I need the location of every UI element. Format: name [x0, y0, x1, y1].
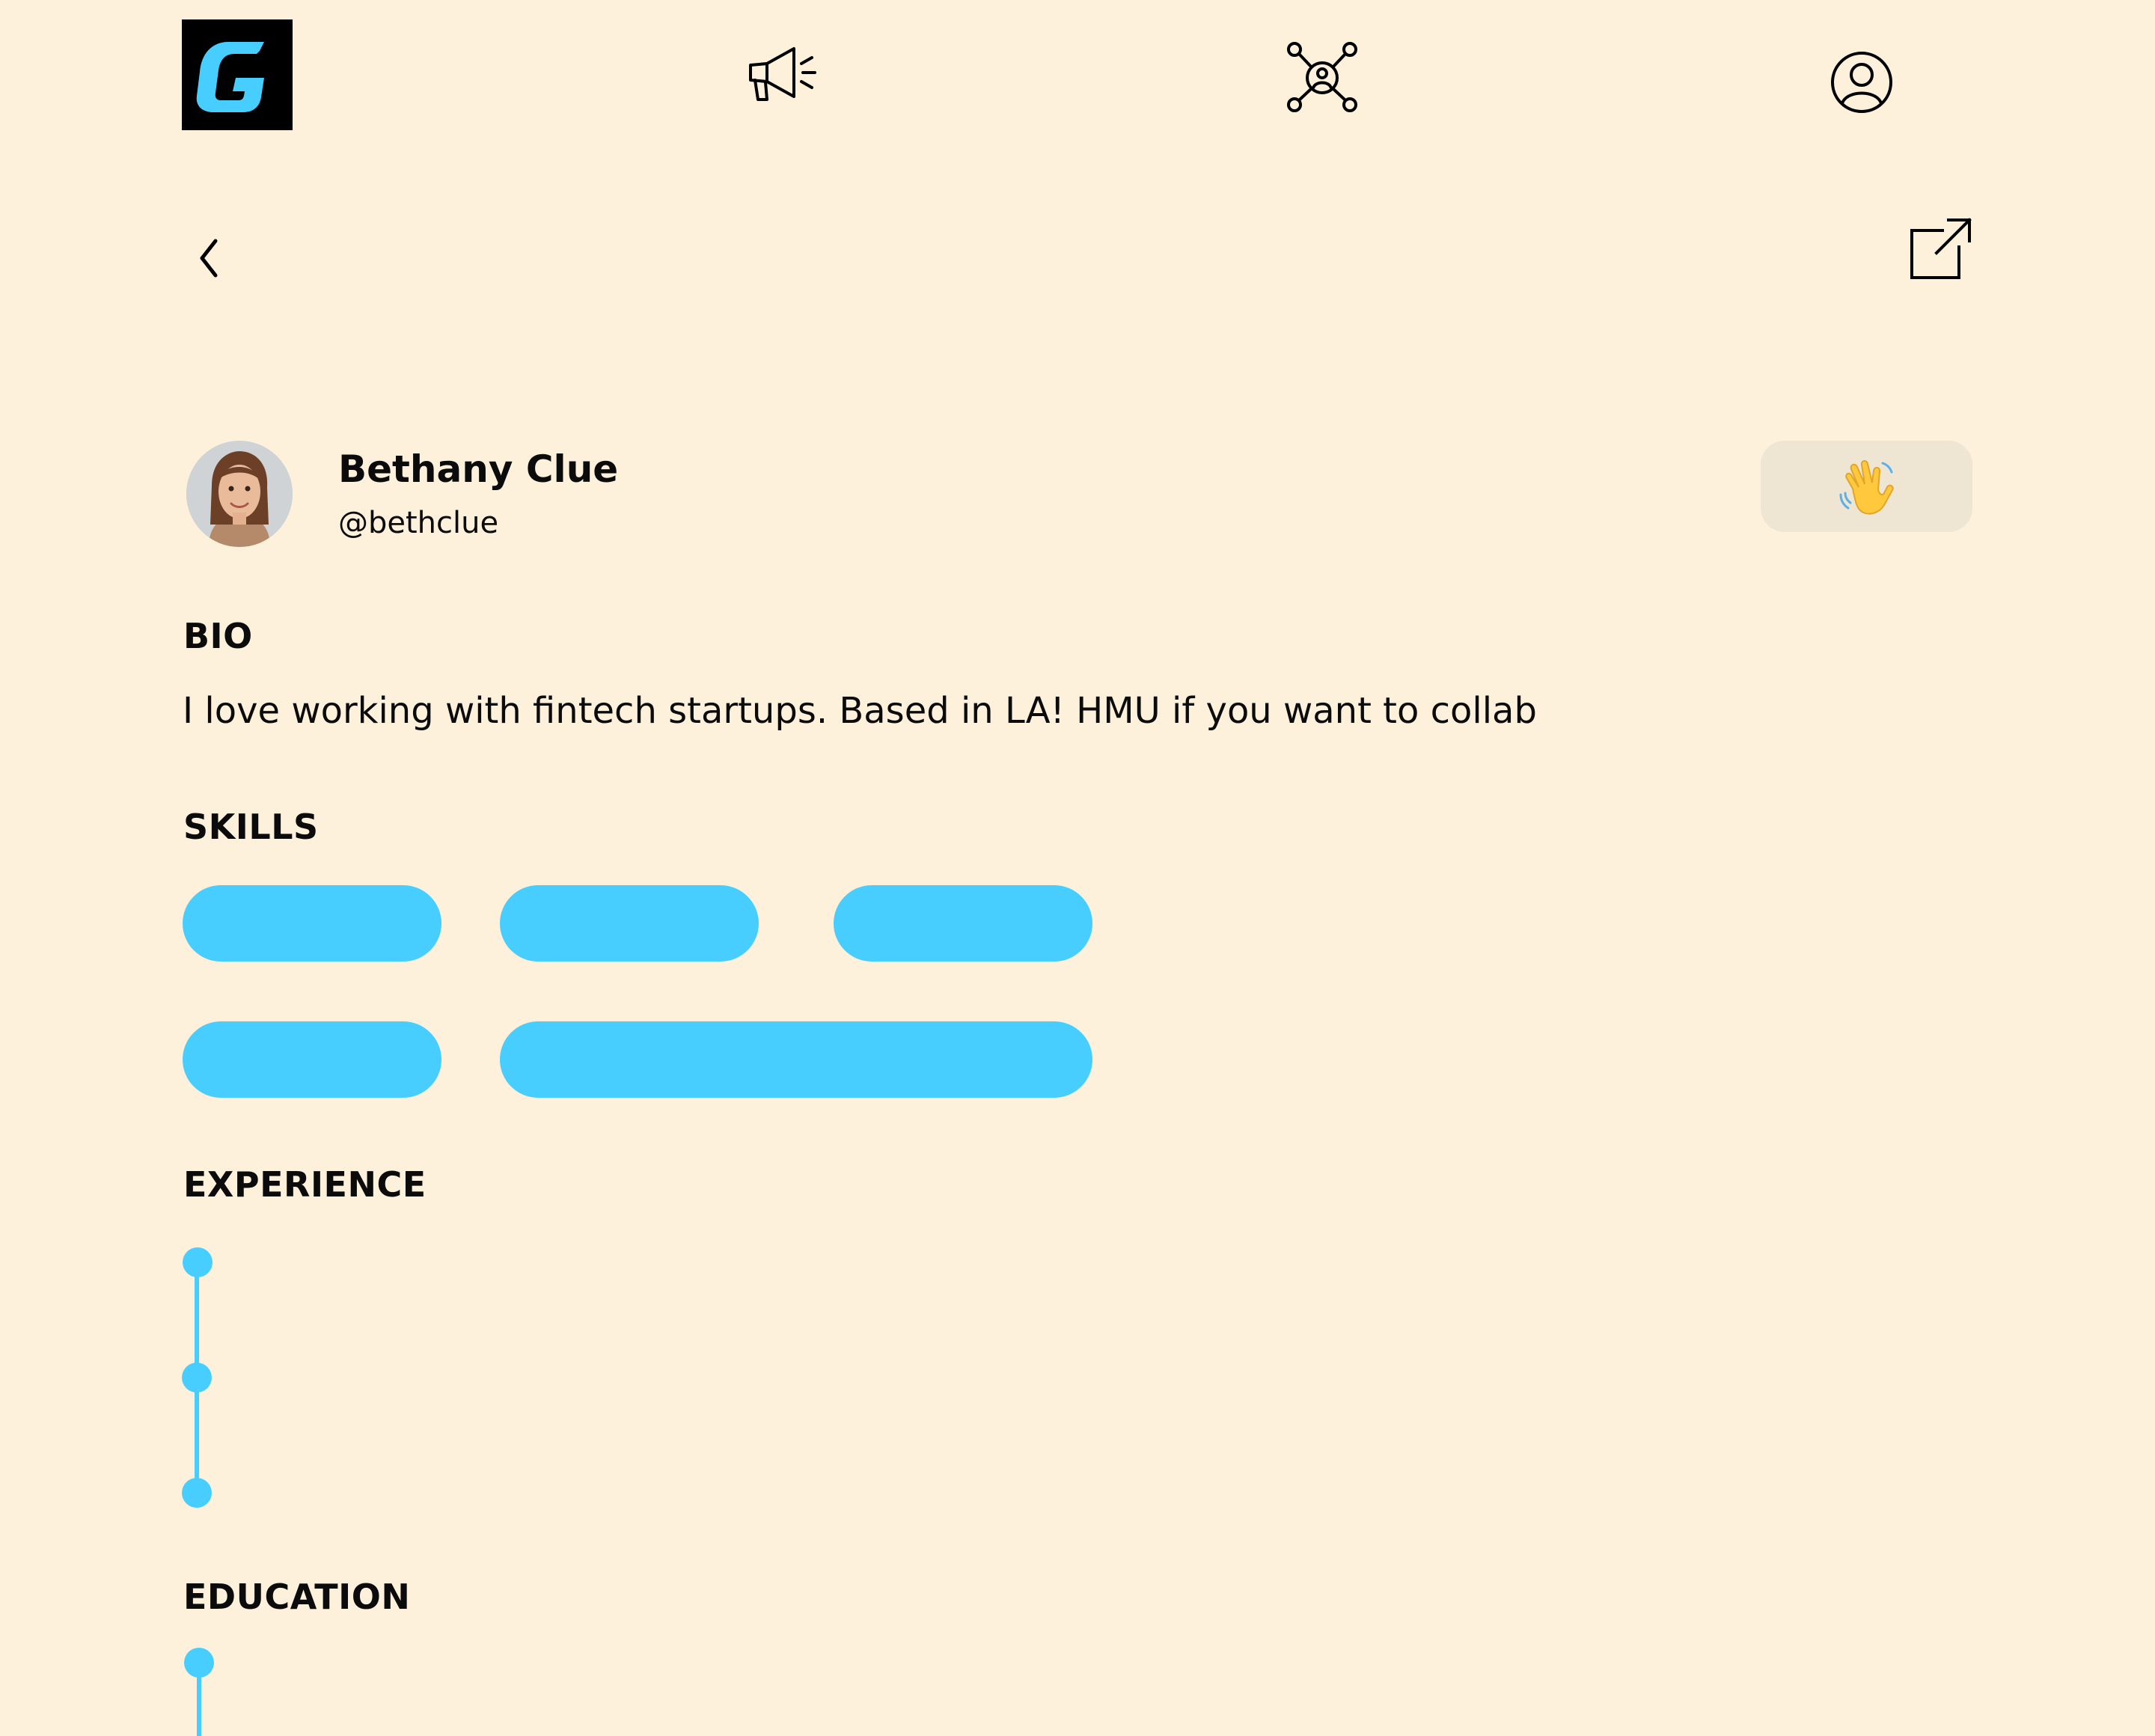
profile-name: Bethany Clue [338, 447, 619, 491]
bio-heading: BIO [183, 616, 253, 656]
profile-handle: @bethclue [338, 506, 499, 540]
bio-text: I love working with fintech startups. Ba… [183, 690, 1537, 732]
skill-tag[interactable] [834, 885, 1092, 962]
megaphone-icon[interactable] [745, 41, 819, 109]
chevron-left-icon [200, 239, 218, 278]
avatar [186, 441, 293, 547]
skill-tag[interactable] [500, 1021, 1092, 1098]
skill-tag[interactable] [183, 885, 441, 962]
back-button[interactable] [198, 238, 220, 281]
skill-tag[interactable] [183, 1021, 441, 1098]
skill-tag[interactable] [500, 885, 759, 962]
g-logo-icon [182, 19, 293, 130]
experience-timeline-dot [182, 1363, 212, 1393]
network-icon[interactable] [1286, 40, 1359, 114]
experience-heading: EXPERIENCE [183, 1164, 427, 1205]
external-link-icon [1910, 218, 1972, 279]
profile-icon[interactable] [1830, 51, 1893, 114]
experience-timeline-dot [182, 1478, 212, 1508]
app-logo[interactable] [182, 19, 293, 130]
wave-button[interactable] [1761, 441, 1972, 532]
avatar-photo [186, 441, 293, 547]
education-heading: EDUCATION [183, 1577, 411, 1617]
share-button[interactable] [1910, 217, 1972, 283]
experience-timeline-dot [183, 1247, 213, 1277]
skills-heading: SKILLS [183, 807, 319, 847]
waving-hand-icon [1839, 460, 1894, 515]
education-timeline-dot [184, 1648, 214, 1678]
